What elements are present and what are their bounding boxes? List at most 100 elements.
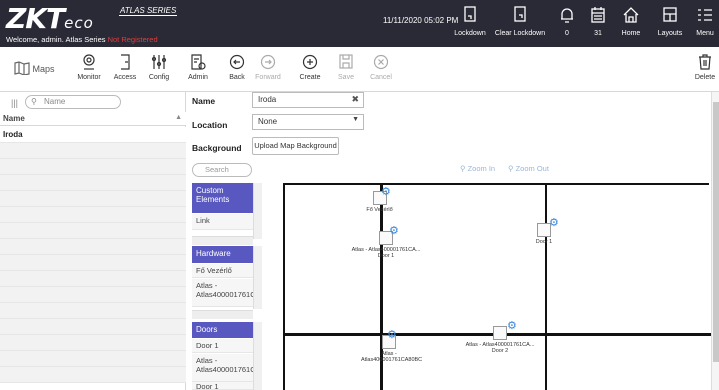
search-icon: ⚲	[31, 97, 37, 106]
lockdown-button[interactable]: Lockdown	[450, 0, 490, 47]
layouts-icon	[654, 0, 686, 30]
settings-gear-icon: ⚙	[387, 329, 397, 341]
lock-icon	[450, 0, 490, 30]
custom-elements-scrollbar[interactable]	[253, 183, 262, 239]
notifications-button[interactable]: 0	[556, 0, 578, 47]
maps-list-panel: ||| ⚲ Name Name ▲ Iroda	[0, 92, 186, 390]
settings-gear-icon: ⚙	[389, 225, 399, 237]
settings-gear-icon: ⚙	[381, 186, 391, 198]
monitor-icon	[76, 47, 102, 74]
back-icon	[226, 47, 248, 74]
zoom-in-icon: ⚲	[460, 164, 466, 173]
settings-gear-icon: ⚙	[507, 320, 517, 332]
name-field[interactable]: Iroda ✖	[252, 92, 364, 108]
list-search-input[interactable]: ⚲ Name	[25, 95, 121, 109]
scrollbar-thumb[interactable]	[713, 102, 719, 362]
calendar-icon	[586, 0, 610, 30]
palette-item-atlas[interactable]: Atlas - Atlas400001761CA	[192, 279, 261, 307]
current-datetime: 11/11/2020 05:02 PM	[383, 16, 459, 25]
create-button[interactable]: Create	[298, 47, 322, 92]
empty-row	[0, 239, 186, 255]
palette-item-door[interactable]: Door 1	[192, 382, 253, 390]
location-label: Location	[192, 120, 228, 130]
custom-elements-header[interactable]: Custom Elements	[192, 183, 253, 213]
palette-item-link[interactable]: Link	[192, 214, 253, 230]
column-chooser-icon[interactable]: |||	[11, 98, 18, 108]
registration-status: Not Registered	[107, 35, 158, 44]
settings-gear-icon: ⚙	[549, 217, 559, 229]
name-label: Name	[192, 96, 216, 106]
top-bar: ZKTeco ATLAS SERIES Welcome, admin. Atla…	[0, 0, 719, 47]
palette-item-controller[interactable]: Fő Vezérlő	[192, 264, 253, 278]
palette-search-input[interactable]: Search	[192, 163, 252, 177]
name-column-header[interactable]: Name ▲	[0, 112, 186, 126]
atlas-series-tag: ATLAS SERIES	[119, 6, 178, 16]
forward-button[interactable]: Forward	[254, 47, 282, 92]
create-icon	[298, 47, 322, 74]
cancel-button[interactable]: Cancel	[370, 47, 392, 92]
upload-map-background-button[interactable]: Upload Map Background	[252, 137, 339, 155]
map-node-atlas-door-2[interactable]: ⚙ Atlas - Atlas400001761CA... Door 2	[465, 320, 535, 354]
layouts-button[interactable]: Layouts	[654, 0, 686, 47]
save-icon	[336, 47, 356, 74]
wall-vertical-right	[545, 185, 547, 390]
empty-row	[0, 207, 186, 223]
access-button[interactable]: Access	[112, 47, 138, 92]
clear-lockdown-button[interactable]: Clear Lockdown	[494, 0, 546, 47]
palette-item-atlas-door[interactable]: Atlas - Atlas400001761CA	[192, 354, 261, 382]
empty-row	[0, 351, 186, 367]
zoom-out-icon: ⚲	[508, 164, 514, 173]
admin-button[interactable]: Admin	[186, 47, 210, 92]
delete-button[interactable]: Delete	[692, 47, 718, 92]
maps-module-button[interactable]: Maps	[14, 61, 55, 77]
hardware-header[interactable]: Hardware	[192, 246, 253, 263]
page-scrollbar[interactable]	[711, 92, 719, 390]
empty-row	[0, 287, 186, 303]
admin-icon	[186, 47, 210, 74]
unlock-icon	[494, 0, 546, 30]
access-icon	[112, 47, 138, 74]
welcome-text: Welcome, admin. Atlas Series Not Registe…	[6, 35, 158, 44]
main-toolbar: Maps Monitor Access Config Admin Back Fo…	[0, 47, 719, 92]
home-button[interactable]: Home	[616, 0, 646, 47]
location-select[interactable]: None ▼	[252, 114, 364, 130]
empty-row	[0, 255, 186, 271]
empty-row	[0, 367, 186, 383]
monitor-button[interactable]: Monitor	[76, 47, 102, 92]
doors-scrollbar[interactable]	[253, 322, 262, 390]
empty-row	[0, 159, 186, 175]
map-node-atlas[interactable]: ⚙ Atlas - Atlas400001761CA80BC	[361, 329, 422, 363]
map-node-door[interactable]: ⚙ Door 1	[529, 217, 559, 245]
zkteco-logo: ZKTeco	[6, 2, 94, 35]
cancel-icon	[370, 47, 392, 74]
doors-header[interactable]: Doors	[192, 322, 253, 338]
events-button[interactable]: 31	[586, 0, 610, 47]
menu-button[interactable]: Menu	[692, 0, 718, 47]
trash-icon	[692, 47, 718, 74]
zoom-in-button[interactable]: ⚲ Zoom In	[460, 164, 495, 173]
empty-row	[0, 191, 186, 207]
map-node-atlas-door[interactable]: ⚙ Atlas - Atlas400001761CA... Door 1	[351, 225, 421, 259]
forward-icon	[254, 47, 282, 74]
empty-row	[0, 223, 186, 239]
background-label: Background	[192, 143, 242, 153]
empty-row	[0, 335, 186, 351]
hardware-hscrollbar[interactable]	[192, 310, 253, 319]
clear-icon[interactable]: ✖	[351, 94, 359, 105]
map-canvas[interactable]: ⚙ Fő Vezérlő ⚙ Atlas - Atlas400001761CA.…	[283, 183, 711, 390]
chevron-down-icon: ▼	[352, 116, 359, 123]
map-node-controller[interactable]: ⚙ Fő Vezérlő	[357, 186, 402, 213]
back-button[interactable]: Back	[226, 47, 248, 92]
palette-item-door[interactable]: Door 1	[192, 339, 253, 353]
config-icon	[146, 47, 172, 74]
custom-elements-hscrollbar[interactable]	[192, 236, 253, 245]
zoom-out-button[interactable]: ⚲ Zoom Out	[508, 164, 549, 173]
save-button[interactable]: Save	[336, 47, 356, 92]
config-button[interactable]: Config	[146, 47, 172, 92]
map-icon	[14, 61, 30, 77]
empty-row	[0, 303, 186, 319]
empty-row	[0, 175, 186, 191]
empty-row	[0, 271, 186, 287]
hardware-scrollbar[interactable]	[253, 246, 262, 309]
list-item[interactable]: Iroda	[0, 127, 186, 143]
